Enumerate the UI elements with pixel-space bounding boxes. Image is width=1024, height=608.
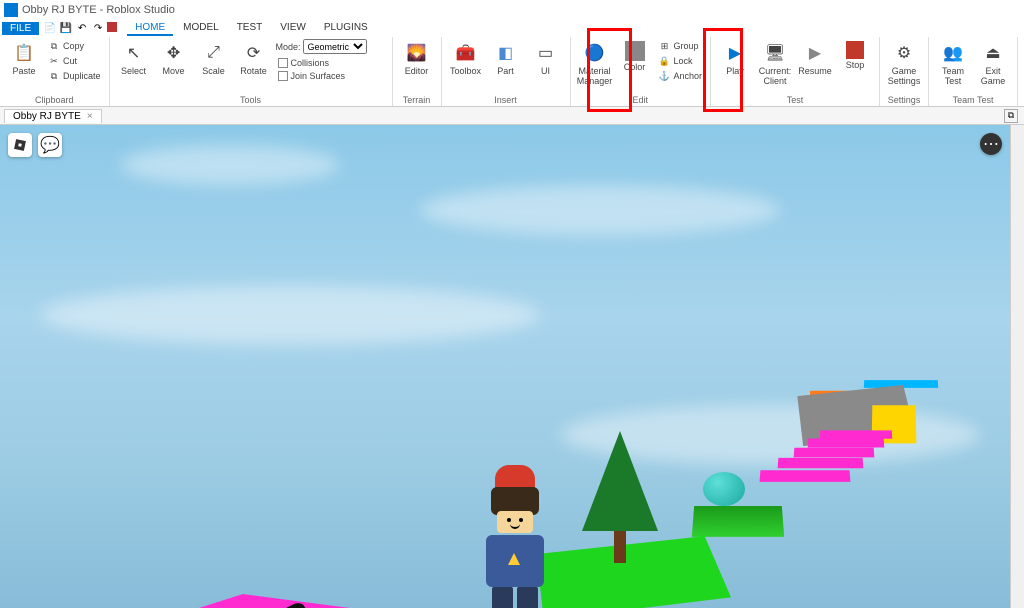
material-icon: 🔵 [583, 41, 607, 65]
terrain-icon: 🌄 [405, 41, 429, 65]
duplicate-button[interactable]: ⧉Duplicate [46, 69, 103, 83]
tab-plugins[interactable]: PLUGINS [316, 21, 376, 36]
group-test: ▶Play 🖥Current: Client ▶Resume Stop Test [711, 37, 880, 106]
color-icon [625, 41, 645, 61]
group-terrain: 🌄Editor Terrain [393, 37, 442, 106]
roblox-icon[interactable] [8, 133, 32, 157]
document-tab[interactable]: Obby RJ BYTE × [4, 109, 102, 123]
grass-platform [692, 506, 784, 537]
scale-icon: ⤢ [202, 41, 226, 65]
play-icon: ▶ [723, 41, 747, 65]
viewport-hud-left: 💬 [8, 133, 62, 157]
editor-button[interactable]: 🌄Editor [399, 39, 435, 77]
cloud [40, 285, 540, 345]
team-test-button[interactable]: 👥Team Test [935, 39, 971, 87]
scale-button[interactable]: ⤢Scale [196, 39, 232, 77]
group-icon: ⊞ [659, 40, 671, 52]
tab-test[interactable]: TEST [229, 21, 271, 36]
viewport-3d[interactable]: 💬 ⋯ ↖ [0, 125, 1010, 608]
tab-model[interactable]: MODEL [175, 21, 227, 36]
copy-icon: ⧉ [48, 40, 60, 52]
mode-select[interactable]: Geometric [303, 39, 367, 54]
close-icon[interactable]: × [87, 111, 93, 122]
part-button[interactable]: ◧Part [488, 39, 524, 77]
rotate-icon: ⟳ [242, 41, 266, 65]
app-icon [4, 3, 18, 17]
tab-home[interactable]: HOME [127, 21, 173, 36]
lock-button[interactable]: 🔒Lock [657, 54, 705, 68]
select-button[interactable]: ↖Select [116, 39, 152, 77]
play-button[interactable]: ▶Play [717, 39, 753, 77]
current-client-button[interactable]: 🖥Current: Client [757, 39, 793, 87]
ui-button[interactable]: ▭UI [528, 39, 564, 77]
group-clipboard: 📋 Paste ⧉Copy ✂Cut ⧉Duplicate Clipboard [0, 37, 110, 106]
duplicate-icon: ⧉ [48, 70, 60, 82]
group-insert: 🧰Toolbox ◧Part ▭UI Insert [442, 37, 571, 106]
collisions-checkbox[interactable]: Collisions [276, 57, 386, 69]
pink-hexagon-platform [31, 579, 525, 608]
ui-icon: ▭ [534, 41, 558, 65]
new-icon[interactable]: 📄 [43, 22, 57, 36]
lock-icon: 🔒 [659, 55, 671, 67]
toolbox-icon: 🧰 [454, 41, 478, 65]
ribbon: 📋 Paste ⧉Copy ✂Cut ⧉Duplicate Clipboard … [0, 37, 1024, 107]
undo-icon[interactable]: ↶ [75, 22, 89, 36]
expand-panel-icon[interactable]: ⧉ [1004, 109, 1018, 123]
monitor-icon: 🖥 [763, 41, 787, 65]
file-menu[interactable]: FILE [2, 22, 39, 35]
mode-label: Mode: [276, 42, 301, 52]
exit-game-button[interactable]: ⏏Exit Game [975, 39, 1011, 87]
resume-button[interactable]: ▶Resume [797, 39, 833, 77]
stop-icon [846, 41, 864, 59]
rotate-button[interactable]: ⟳Rotate [236, 39, 272, 77]
quick-access-toolbar: 📄 💾 ↶ ↷ [43, 22, 117, 36]
right-scrollbar[interactable] [1010, 125, 1024, 608]
group-button[interactable]: ⊞Group [657, 39, 705, 53]
redo-icon[interactable]: ↷ [91, 22, 105, 36]
resume-icon: ▶ [803, 41, 827, 65]
tree [582, 431, 658, 563]
group-team-test: 👥Team Test ⏏Exit Game Team Test [929, 37, 1018, 106]
group-settings: ⚙Game Settings Settings [880, 37, 929, 106]
paste-button[interactable]: 📋 Paste [6, 39, 42, 77]
cursor-icon: ↖ [122, 41, 146, 65]
qat-square-icon[interactable] [107, 22, 117, 32]
ribbon-tabs: HOME MODEL TEST VIEW PLUGINS [127, 21, 376, 36]
game-settings-button[interactable]: ⚙Game Settings [886, 39, 922, 87]
tab-view[interactable]: VIEW [272, 21, 314, 36]
team-icon: 👥 [941, 41, 965, 65]
paste-icon: 📋 [12, 41, 36, 65]
cut-button[interactable]: ✂Cut [46, 54, 103, 68]
exit-icon: ⏏ [981, 41, 1005, 65]
cloud [120, 145, 340, 185]
teal-sphere [703, 472, 745, 506]
copy-button[interactable]: ⧉Copy [46, 39, 103, 53]
menu-bar: FILE 📄 💾 ↶ ↷ HOME MODEL TEST VIEW PLUGIN… [0, 20, 1024, 37]
color-button[interactable]: Color [617, 39, 653, 73]
title-bar: Obby RJ BYTE - Roblox Studio [0, 0, 1024, 20]
toolbox-button[interactable]: 🧰Toolbox [448, 39, 484, 77]
document-tab-label: Obby RJ BYTE [13, 111, 81, 122]
stop-button[interactable]: Stop [837, 39, 873, 71]
cloud [420, 185, 780, 235]
group-edit: 🔵Material Manager Color ⊞Group 🔒Lock ⚓An… [571, 37, 712, 106]
group-tools: ↖Select ✥Move ⤢Scale ⟳Rotate Mode: Geome… [110, 37, 393, 106]
anchor-icon: ⚓ [659, 70, 671, 82]
menu-dots-icon[interactable]: ⋯ [980, 133, 1002, 155]
gear-icon: ⚙ [892, 41, 916, 65]
cut-icon: ✂ [48, 55, 60, 67]
anchor-button[interactable]: ⚓Anchor [657, 69, 705, 83]
save-icon[interactable]: 💾 [59, 22, 73, 36]
chat-icon[interactable]: 💬 [38, 133, 62, 157]
join-surfaces-checkbox[interactable]: Join Surfaces [276, 70, 386, 82]
document-tabs: Obby RJ BYTE × ⧉ [0, 107, 1024, 125]
move-icon: ✥ [162, 41, 186, 65]
viewport-hud-right: ⋯ [980, 133, 1002, 155]
window-title: Obby RJ BYTE - Roblox Studio [22, 4, 175, 16]
player-avatar [476, 465, 554, 608]
part-icon: ◧ [494, 41, 518, 65]
material-button[interactable]: 🔵Material Manager [577, 39, 613, 87]
move-button[interactable]: ✥Move [156, 39, 192, 77]
